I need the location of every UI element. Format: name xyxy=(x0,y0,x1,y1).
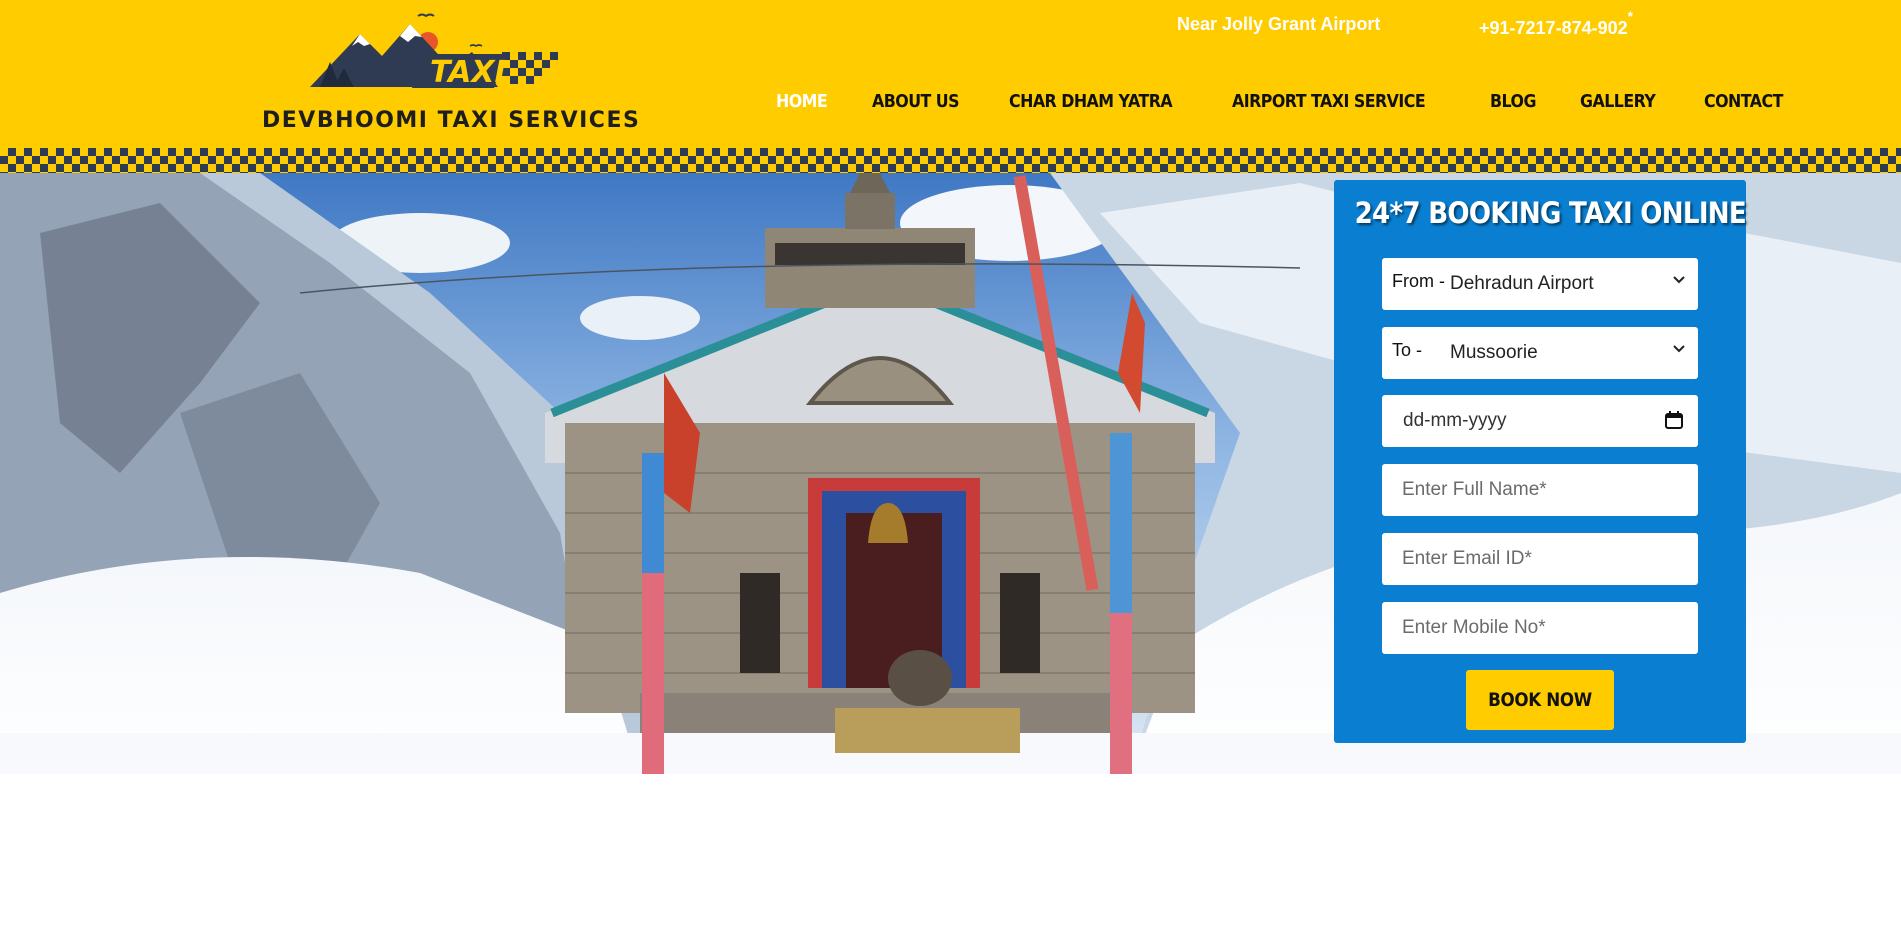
topbar-location: Near Jolly Grant Airport xyxy=(1177,14,1381,34)
from-value[interactable]: Dehradun Airport xyxy=(1450,273,1594,295)
mobile-input[interactable] xyxy=(1382,602,1698,654)
nav-home[interactable]: HOME xyxy=(776,91,828,112)
from-select[interactable]: From - Dehradun Airport xyxy=(1382,258,1698,310)
chevron-down-icon[interactable] xyxy=(1672,272,1686,286)
full-name-field[interactable] xyxy=(1382,464,1698,516)
main-nav: HOME ABOUT US CHAR DHAM YATRA AIRPORT TA… xyxy=(776,86,1794,116)
phone-mark: * xyxy=(1627,8,1634,24)
book-now-button[interactable]: BOOK NOW xyxy=(1466,670,1614,730)
calendar-icon[interactable] xyxy=(1664,410,1684,430)
nav-about-us[interactable]: ABOUT US xyxy=(872,91,960,112)
to-select[interactable]: To - Mussoorie xyxy=(1382,327,1698,379)
mobile-field[interactable] xyxy=(1382,602,1698,654)
nav-char-dham-yatra[interactable]: CHAR DHAM YATRA xyxy=(1009,91,1173,112)
brand-name: DEVBHOOMI TAXI SERVICES xyxy=(262,108,641,133)
topbar-phone[interactable]: +91-7217-874-902* xyxy=(1479,8,1633,39)
logo-word: TAXI xyxy=(430,55,506,90)
phone-number[interactable]: +91-7217-874-902 xyxy=(1479,18,1628,38)
nav-gallery[interactable]: GALLERY xyxy=(1580,91,1656,112)
booking-form: 24*7 BOOKING TAXI ONLINE From - Dehradun… xyxy=(1334,180,1747,743)
nav-blog[interactable]: BLOG xyxy=(1490,91,1536,112)
checker-divider xyxy=(0,148,1901,173)
site-header: TAXI DEVBHOOMI TAXI SERVICES Near Jolly … xyxy=(0,0,1901,150)
from-prefix: From - xyxy=(1392,271,1445,291)
book-now-label: BOOK NOW xyxy=(1488,689,1592,711)
full-name-input[interactable] xyxy=(1382,464,1698,516)
date-placeholder: dd-mm-yyyy xyxy=(1403,410,1507,431)
brand-logo[interactable]: TAXI DEVBHOOMI TAXI SERVICES xyxy=(260,12,639,133)
to-value[interactable]: Mussoorie xyxy=(1450,342,1538,364)
email-input[interactable] xyxy=(1382,533,1698,585)
chevron-down-icon[interactable] xyxy=(1672,341,1686,355)
booking-title: 24*7 BOOKING TAXI ONLINE xyxy=(1354,196,1747,230)
date-field[interactable]: dd-mm-yyyy xyxy=(1382,395,1698,447)
nav-contact[interactable]: CONTACT xyxy=(1704,91,1783,112)
email-field[interactable] xyxy=(1382,533,1698,585)
nav-airport-taxi-service[interactable]: AIRPORT TAXI SERVICE xyxy=(1232,91,1426,112)
to-prefix: To - xyxy=(1392,340,1423,360)
mountain-logo-icon: TAXI xyxy=(310,13,558,90)
